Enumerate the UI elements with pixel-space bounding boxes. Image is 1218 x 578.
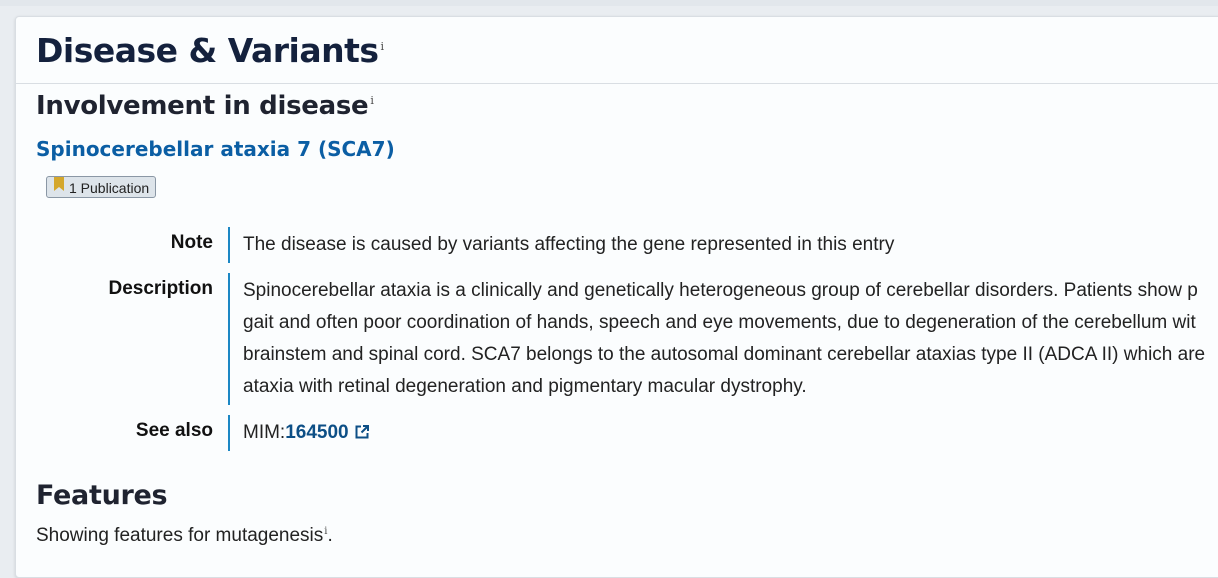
- involvement-info-icon[interactable]: i: [370, 94, 374, 107]
- top-band: [0, 0, 1218, 6]
- features-description: Showing features for mutagenesisi.: [36, 525, 333, 547]
- note-bar: [228, 227, 230, 263]
- description-label: Description: [108, 278, 213, 299]
- disease-name-link[interactable]: Spinocerebellar ataxia 7 (SCA7): [36, 137, 395, 161]
- involvement-title-text: Involvement in disease: [36, 91, 369, 121]
- note-value: The disease is caused by variants affect…: [243, 234, 895, 255]
- section-title: Disease & Variants i: [36, 31, 384, 70]
- features-trailing: .: [327, 525, 333, 546]
- description-line: gait and often poor coordination of hand…: [243, 312, 1196, 333]
- mim-prefix: MIM:: [243, 422, 286, 443]
- see-also-value: MIM:164500: [243, 422, 370, 444]
- external-link-icon[interactable]: [354, 424, 370, 440]
- description-line: Spinocerebellar ataxia is a clinically a…: [243, 280, 1198, 301]
- description-bar: [228, 273, 230, 405]
- features-text: Showing features for mutagenesis: [36, 525, 324, 546]
- section-divider: [16, 83, 1218, 84]
- description-line: brainstem and spinal cord. SCA7 belongs …: [243, 344, 1206, 365]
- section-info-icon[interactable]: i: [381, 40, 385, 53]
- description-line: ataxia with retinal degeneration and pig…: [243, 376, 807, 397]
- mim-link[interactable]: 164500: [285, 422, 348, 443]
- features-title: Features: [36, 480, 168, 511]
- publication-badge-label: 1 Publication: [69, 180, 150, 196]
- bookmark-icon: [54, 177, 64, 191]
- see-also-label: See also: [135, 420, 213, 441]
- see-also-bar: [228, 415, 230, 451]
- involvement-title: Involvement in disease i: [36, 91, 374, 121]
- section-title-text: Disease & Variants: [36, 31, 379, 70]
- publication-badge[interactable]: 1 Publication: [46, 176, 157, 198]
- disease-variants-card: Disease & Variants i Involvement in disea…: [15, 16, 1218, 578]
- note-label: Note: [170, 232, 213, 253]
- description-value: Spinocerebellar ataxia is a clinically a…: [243, 275, 1205, 403]
